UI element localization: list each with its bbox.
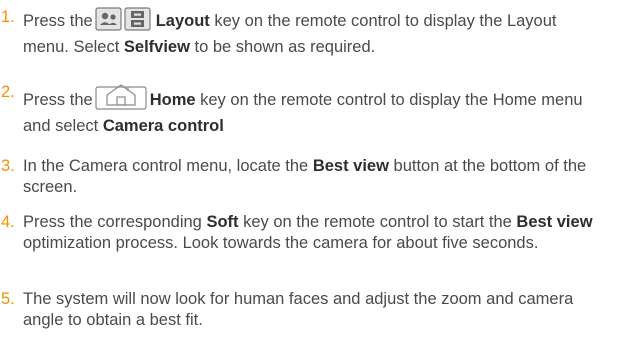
step-text: Press the corresponding Soft key on the …: [23, 213, 593, 252]
step-text: Press the Layout key on the remote contr…: [23, 7, 600, 58]
step-3: 3. In the Camera control menu, locate th…: [0, 156, 600, 198]
layout-key-icon: [95, 7, 153, 37]
step-text: The system will now look for human faces…: [23, 290, 574, 329]
home-key-icon: [95, 82, 147, 116]
step-text: In the Camera control menu, locate the B…: [23, 157, 587, 196]
step-text: Press the Home key on the remote control…: [23, 82, 600, 137]
step-number: 4.: [1, 213, 15, 231]
step-number: 5.: [1, 290, 15, 308]
step-4: 4. Press the corresponding Soft key on t…: [0, 212, 600, 254]
step-number: 3.: [1, 157, 15, 175]
step-2: 2. Press the Home key on the remote cont…: [0, 82, 600, 137]
step-number: 1.: [1, 8, 15, 26]
step-number: 2.: [1, 83, 15, 101]
step-5: 5. The system will now look for human fa…: [0, 289, 600, 331]
step-1: 1. Press the Layout key on the remote co…: [0, 7, 600, 58]
instruction-list: 1. Press the Layout key on the remote co…: [0, 0, 623, 343]
